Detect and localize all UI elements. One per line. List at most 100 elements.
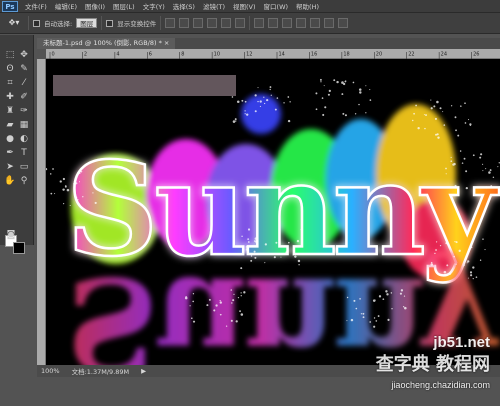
- background-color-swatch[interactable]: [13, 242, 25, 254]
- menu-filter[interactable]: 滤镜(T): [199, 1, 229, 11]
- ruler-tick-label: 18: [343, 52, 349, 58]
- distribute-left-icon[interactable]: [296, 18, 307, 28]
- sparkle-dot: [246, 113, 249, 116]
- document-info[interactable]: 文档:1.37M/9.89M: [72, 366, 130, 376]
- quick-mask-icon[interactable]: ◙: [5, 229, 17, 241]
- sparkle-dot: [488, 171, 491, 174]
- sparkle-dot: [469, 271, 473, 274]
- sparkle-dot: [470, 246, 473, 249]
- sparkle-dot: [215, 304, 218, 307]
- distribute-bottom-icon[interactable]: [282, 18, 293, 28]
- sparkle-dot: [280, 256, 282, 258]
- gradient-tool-icon[interactable]: ▦: [18, 119, 30, 131]
- move-tool-icon[interactable]: ✥: [18, 49, 30, 61]
- menu-layer[interactable]: 图层(L): [109, 1, 139, 11]
- sparkle-dot: [358, 88, 362, 91]
- dodge-tool-icon[interactable]: ◐: [18, 133, 30, 145]
- distribute-top-icon[interactable]: [254, 18, 265, 28]
- history-brush-tool-icon[interactable]: ✑: [18, 105, 30, 117]
- sparkle-dot: [479, 259, 482, 261]
- sparkle-dot: [273, 256, 276, 259]
- lasso-tool-icon[interactable]: ʘ: [4, 63, 16, 75]
- shape-tool-icon[interactable]: ▭: [18, 161, 30, 173]
- blur-tool-icon[interactable]: ●: [4, 133, 16, 145]
- distribute-middle-icon[interactable]: [268, 18, 279, 28]
- healing-brush-tool-icon[interactable]: ✚: [4, 91, 16, 103]
- sparkle-dot: [399, 292, 403, 295]
- ruler-tick-label: 4: [116, 52, 119, 58]
- brush-tool-icon[interactable]: ✐: [18, 91, 30, 103]
- sparkle-dot: [294, 255, 297, 258]
- sparkle-dot: [435, 249, 437, 251]
- zoom-tool-icon[interactable]: ⚲: [18, 175, 30, 187]
- eraser-tool-icon[interactable]: ▰: [4, 119, 16, 131]
- sparkle-dot: [377, 315, 380, 317]
- quick-select-tool-icon[interactable]: ✎: [18, 63, 30, 75]
- path-select-tool-icon[interactable]: ➤: [4, 161, 16, 173]
- menu-view[interactable]: 视图(V): [229, 1, 260, 11]
- sparkle-dot: [454, 116, 457, 119]
- menu-image[interactable]: 图像(I): [81, 1, 109, 11]
- sparkle-dot: [460, 105, 462, 107]
- eyedropper-tool-icon[interactable]: ⁄: [18, 77, 30, 89]
- sparkle-dot: [373, 317, 376, 319]
- sparkle-dot: [448, 272, 451, 276]
- align-middle-icon[interactable]: [179, 18, 190, 28]
- marquee-tool-icon[interactable]: ⬚: [4, 49, 16, 61]
- crop-tool-icon[interactable]: ⌗: [4, 77, 16, 89]
- sparkle-dot: [319, 78, 322, 81]
- menu-select[interactable]: 选择(S): [169, 1, 199, 11]
- sparkle-dot: [455, 241, 458, 244]
- align-right-icon[interactable]: [235, 18, 246, 28]
- sparkle-dot: [82, 196, 84, 198]
- document-canvas[interactable]: Sunny Sunny: [46, 59, 500, 365]
- distribute-center-icon[interactable]: [310, 18, 321, 28]
- menu-window[interactable]: 窗口(W): [260, 1, 293, 11]
- ruler-tick-label: 14: [279, 52, 285, 58]
- type-tool-icon[interactable]: T: [18, 147, 30, 159]
- auto-select-dropdown[interactable]: 图层: [76, 18, 98, 28]
- sparkle-dot: [445, 167, 447, 170]
- show-transform-checkbox[interactable]: [106, 19, 114, 27]
- sparkle-dot: [300, 229, 302, 231]
- sparkle-dot: [270, 94, 272, 96]
- sparkle-dot: [482, 238, 484, 240]
- sparkle-dot: [219, 300, 221, 302]
- sparkle-dot: [235, 320, 238, 323]
- distribute-right-icon[interactable]: [324, 18, 335, 28]
- sparkle-dot: [442, 111, 444, 113]
- ruler-tick-label: 8: [181, 52, 184, 58]
- zoom-level[interactable]: 100%: [41, 367, 60, 375]
- align-bottom-icon[interactable]: [193, 18, 204, 28]
- status-arrow-icon[interactable]: ▶: [141, 367, 146, 375]
- sparkle-dot: [470, 274, 473, 277]
- sparkle-dot: [50, 192, 53, 195]
- sparkle-dot: [241, 99, 244, 102]
- sparkle-dot: [461, 162, 464, 164]
- menu-edit[interactable]: 编辑(E): [51, 1, 81, 11]
- sparkle-dot: [435, 133, 437, 136]
- sparkle-dot: [391, 308, 393, 310]
- sparkle-dot: [360, 313, 363, 315]
- close-tab-icon[interactable]: ×: [164, 39, 169, 47]
- menu-help[interactable]: 帮助(H): [292, 1, 323, 11]
- menu-file[interactable]: 文件(F): [21, 1, 51, 11]
- move-tool-icon[interactable]: ✥▾: [4, 16, 24, 30]
- sparkle-dot: [254, 110, 257, 113]
- align-top-icon[interactable]: [165, 18, 176, 28]
- auto-select-checkbox[interactable]: [33, 19, 40, 27]
- hand-tool-icon[interactable]: ✋: [4, 175, 16, 187]
- sparkle-dot: [453, 255, 455, 258]
- menu-type[interactable]: 文字(Y): [139, 1, 169, 11]
- show-transform-label: 显示变换控件: [117, 20, 157, 28]
- auto-select-label: 自动选择:: [44, 20, 73, 28]
- sparkle-dot: [359, 91, 362, 94]
- document-tab[interactable]: 未标题-1.psd @ 100% (倒影, RGB/8) * ×: [37, 38, 176, 49]
- sparkle-dot: [184, 296, 188, 300]
- auto-align-icon[interactable]: [338, 18, 349, 28]
- clone-stamp-tool-icon[interactable]: ♜: [4, 105, 16, 117]
- align-center-icon[interactable]: [221, 18, 232, 28]
- pen-tool-icon[interactable]: ✒: [4, 147, 16, 159]
- align-left-icon[interactable]: [207, 18, 218, 28]
- sparkle-dot: [365, 112, 367, 114]
